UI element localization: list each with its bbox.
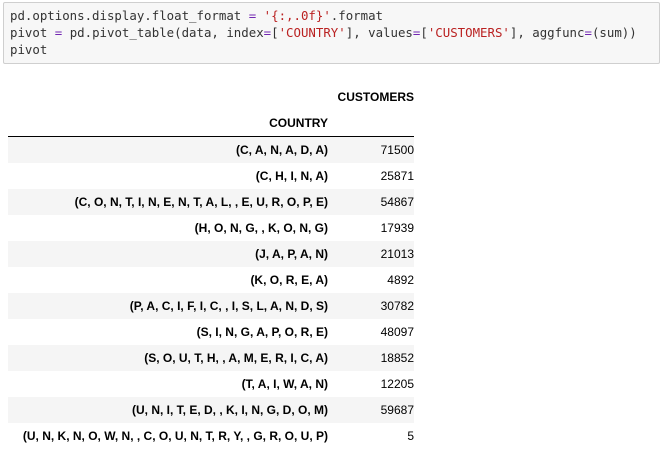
row-customers-value: 54867 <box>380 194 414 209</box>
row-index-label: (H, O, N, G, , K, O, N, G) <box>194 220 328 235</box>
code-token: [ <box>420 25 428 40</box>
row-customers-value: 59687 <box>380 402 414 417</box>
table-row: (C, H, I, N, A) 25871 <box>8 162 414 189</box>
index-header-country: COUNTRY <box>269 116 328 130</box>
code-token: pivot <box>10 42 48 57</box>
code-token: pivot <box>10 25 55 40</box>
table-body: (C, A, N, A, D, A) 71500 (C, H, I, N, A) 25… <box>8 136 414 449</box>
row-customers-value: 25871 <box>380 168 414 183</box>
row-index-label: (C, H, I, N, A) <box>255 168 328 183</box>
row-index-label: (P, A, C, I, F, I, C, , I, S, L, A, N, D… <box>129 298 328 313</box>
table-row: (C, O, N, T, I, N, E, N, T, A, L, , E, U… <box>8 188 414 215</box>
row-index-label: (U, N, K, N, O, W, N, , C, O, U, N, T, R… <box>22 428 328 443</box>
code-string-token: 'COUNTRY' <box>278 25 346 40</box>
cell-output: CUSTOMERS COUNTRY (C, A, N, A, D, A) 7150… <box>8 84 414 449</box>
row-customers-value: 21013 <box>380 246 414 261</box>
table-row: (C, A, N, A, D, A) 71500 <box>8 136 414 163</box>
table-row: (P, A, C, I, F, I, C, , I, S, L, A, N, D… <box>8 292 414 319</box>
code-token: (sum)) <box>591 25 637 40</box>
row-customers-value: 4892 <box>387 272 414 287</box>
code-token: ], aggfunc <box>509 25 585 40</box>
row-index-label: (K, O, R, E, A) <box>250 272 328 287</box>
table-row: (J, A, P, A, N) 21013 <box>8 240 414 267</box>
row-customers-value: 48097 <box>380 324 414 339</box>
code-line: pivot = pd.pivot_table(data, index=['COU… <box>10 24 653 41</box>
table-row: (U, N, K, N, O, W, N, , C, O, U, N, T, R… <box>8 422 414 449</box>
code-operator-token: = <box>584 25 592 40</box>
code-token: pd.options.display.float_format <box>10 8 249 23</box>
code-operator-token: = <box>263 25 272 40</box>
code-string-token: 'CUSTOMERS' <box>427 25 510 40</box>
code-token: ], values <box>345 25 413 40</box>
code-line: pivot <box>10 41 653 58</box>
row-index-label: (S, I, N, G, A, P, O, R, E) <box>196 324 328 339</box>
row-index-label: (C, A, N, A, D, A) <box>236 142 328 157</box>
table-row: (T, A, I, W, A, N) 12205 <box>8 370 414 397</box>
row-customers-value: 30782 <box>380 298 414 313</box>
table-row: (K, O, R, E, A) 4892 <box>8 266 414 293</box>
code-token: pd.pivot_table(data, index <box>62 25 264 40</box>
row-index-label: (S, O, U, T, H, , A, M, E, R, I, C, A) <box>144 350 328 365</box>
row-customers-value: 12205 <box>380 376 414 391</box>
table-row: (H, O, N, G, , K, O, N, G) 17939 <box>8 214 414 241</box>
row-customers-value: 5 <box>407 428 414 443</box>
column-header-row: CUSTOMERS <box>8 84 414 110</box>
code-string-token: '{:,.0f}' <box>263 8 331 23</box>
row-index-label: (T, A, I, W, A, N) <box>241 376 328 391</box>
row-customers-value: 17939 <box>380 220 414 235</box>
index-header-row: COUNTRY <box>8 110 414 137</box>
row-customers-value: 71500 <box>380 142 414 157</box>
table-row: (S, O, U, T, H, , A, M, E, R, I, C, A) 18… <box>8 344 414 371</box>
row-index-label: (U, N, I, T, E, D, , K, I, N, G, D, O, M… <box>131 402 328 417</box>
code-line: pd.options.display.float_format = '{:,.0… <box>10 7 653 24</box>
column-header-customers: CUSTOMERS <box>337 90 414 104</box>
row-index-label: (J, A, P, A, N) <box>255 246 328 261</box>
row-index-label: (C, O, N, T, I, N, E, N, T, A, L, , E, U… <box>74 194 328 209</box>
code-token: .format <box>330 8 384 23</box>
notebook-page: pd.options.display.float_format = '{:,.0… <box>0 0 662 459</box>
table-row: (U, N, I, T, E, D, , K, I, N, G, D, O, M… <box>8 396 414 423</box>
header-blank <box>8 84 328 110</box>
table-row: (S, I, N, G, A, P, O, R, E) 48097 <box>8 318 414 345</box>
pivot-table: CUSTOMERS COUNTRY (C, A, N, A, D, A) 7150… <box>8 84 414 449</box>
index-header-blank <box>328 110 414 137</box>
code-token: [ <box>271 25 279 40</box>
code-cell[interactable]: pd.options.display.float_format = '{:,.0… <box>3 2 660 64</box>
row-customers-value: 18852 <box>380 350 414 365</box>
